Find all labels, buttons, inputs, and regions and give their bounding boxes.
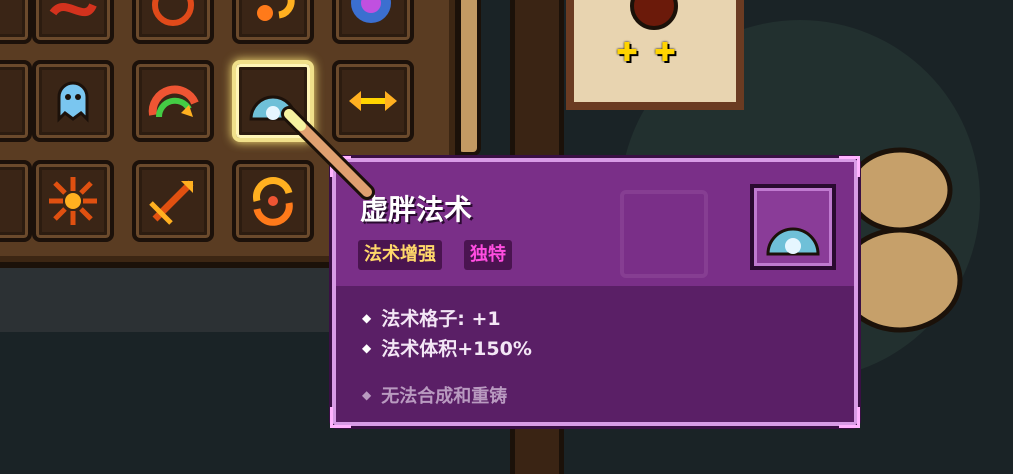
galaxy-icon [351,0,391,23]
split-arrow-icon [149,180,194,225]
rainbow-arc-icon [148,85,199,118]
tag-spell-enhance: 法术增强 [358,240,442,270]
burst-icon [49,177,97,225]
inventory-slot[interactable] [132,60,214,142]
stat-spell-volume-text: 法术体积+150% [381,338,532,360]
wand-cursor-icon [281,106,375,200]
inventory-slot[interactable] [32,60,114,142]
tag-unique: 独特 [464,240,512,270]
inventory-slot[interactable] [0,0,32,44]
stat-spell-slots-text: 法术格子: +1 [381,308,501,330]
inventory-slot[interactable] [232,0,314,44]
corner-ornament [839,156,860,177]
plus-icon-2: ✚ [654,38,676,68]
inventory-slot[interactable] [32,0,114,44]
spell-icon-box [750,184,836,270]
plus-icon-1: ✚ [616,38,638,68]
bubble-orb-icon [766,227,820,256]
spell-tooltip: 虚胖法术 法术增强 独特 ◆ 法术格子: +1 ◆ 法术体积+150% ◆ 无法合成和… [330,156,860,428]
inventory-slot[interactable] [32,160,114,242]
corner-ornament [839,407,860,428]
craft-note-text: 无法合成和重铸 [381,386,508,407]
inventory-slot[interactable] [0,160,32,242]
inventory-slot[interactable] [332,0,414,44]
inventory-slot[interactable] [0,60,32,142]
craft-note: ◆ 无法合成和重铸 [362,386,508,407]
ghost-slot [620,190,708,278]
inventory-slot[interactable] [132,160,214,242]
red-ring-icon [152,0,194,26]
stat-spell-slots: ◆ 法术格子: +1 [362,308,501,330]
stat-spell-volume: ◆ 法术体积+150% [362,338,532,360]
corner-ornament [330,407,351,428]
orange-cycle-icon [257,0,295,21]
character-frame: ✚ ✚ [566,0,744,110]
inventory-slot[interactable] [132,0,214,44]
ghost-icon [57,81,89,123]
red-swirl-icon [49,2,97,17]
